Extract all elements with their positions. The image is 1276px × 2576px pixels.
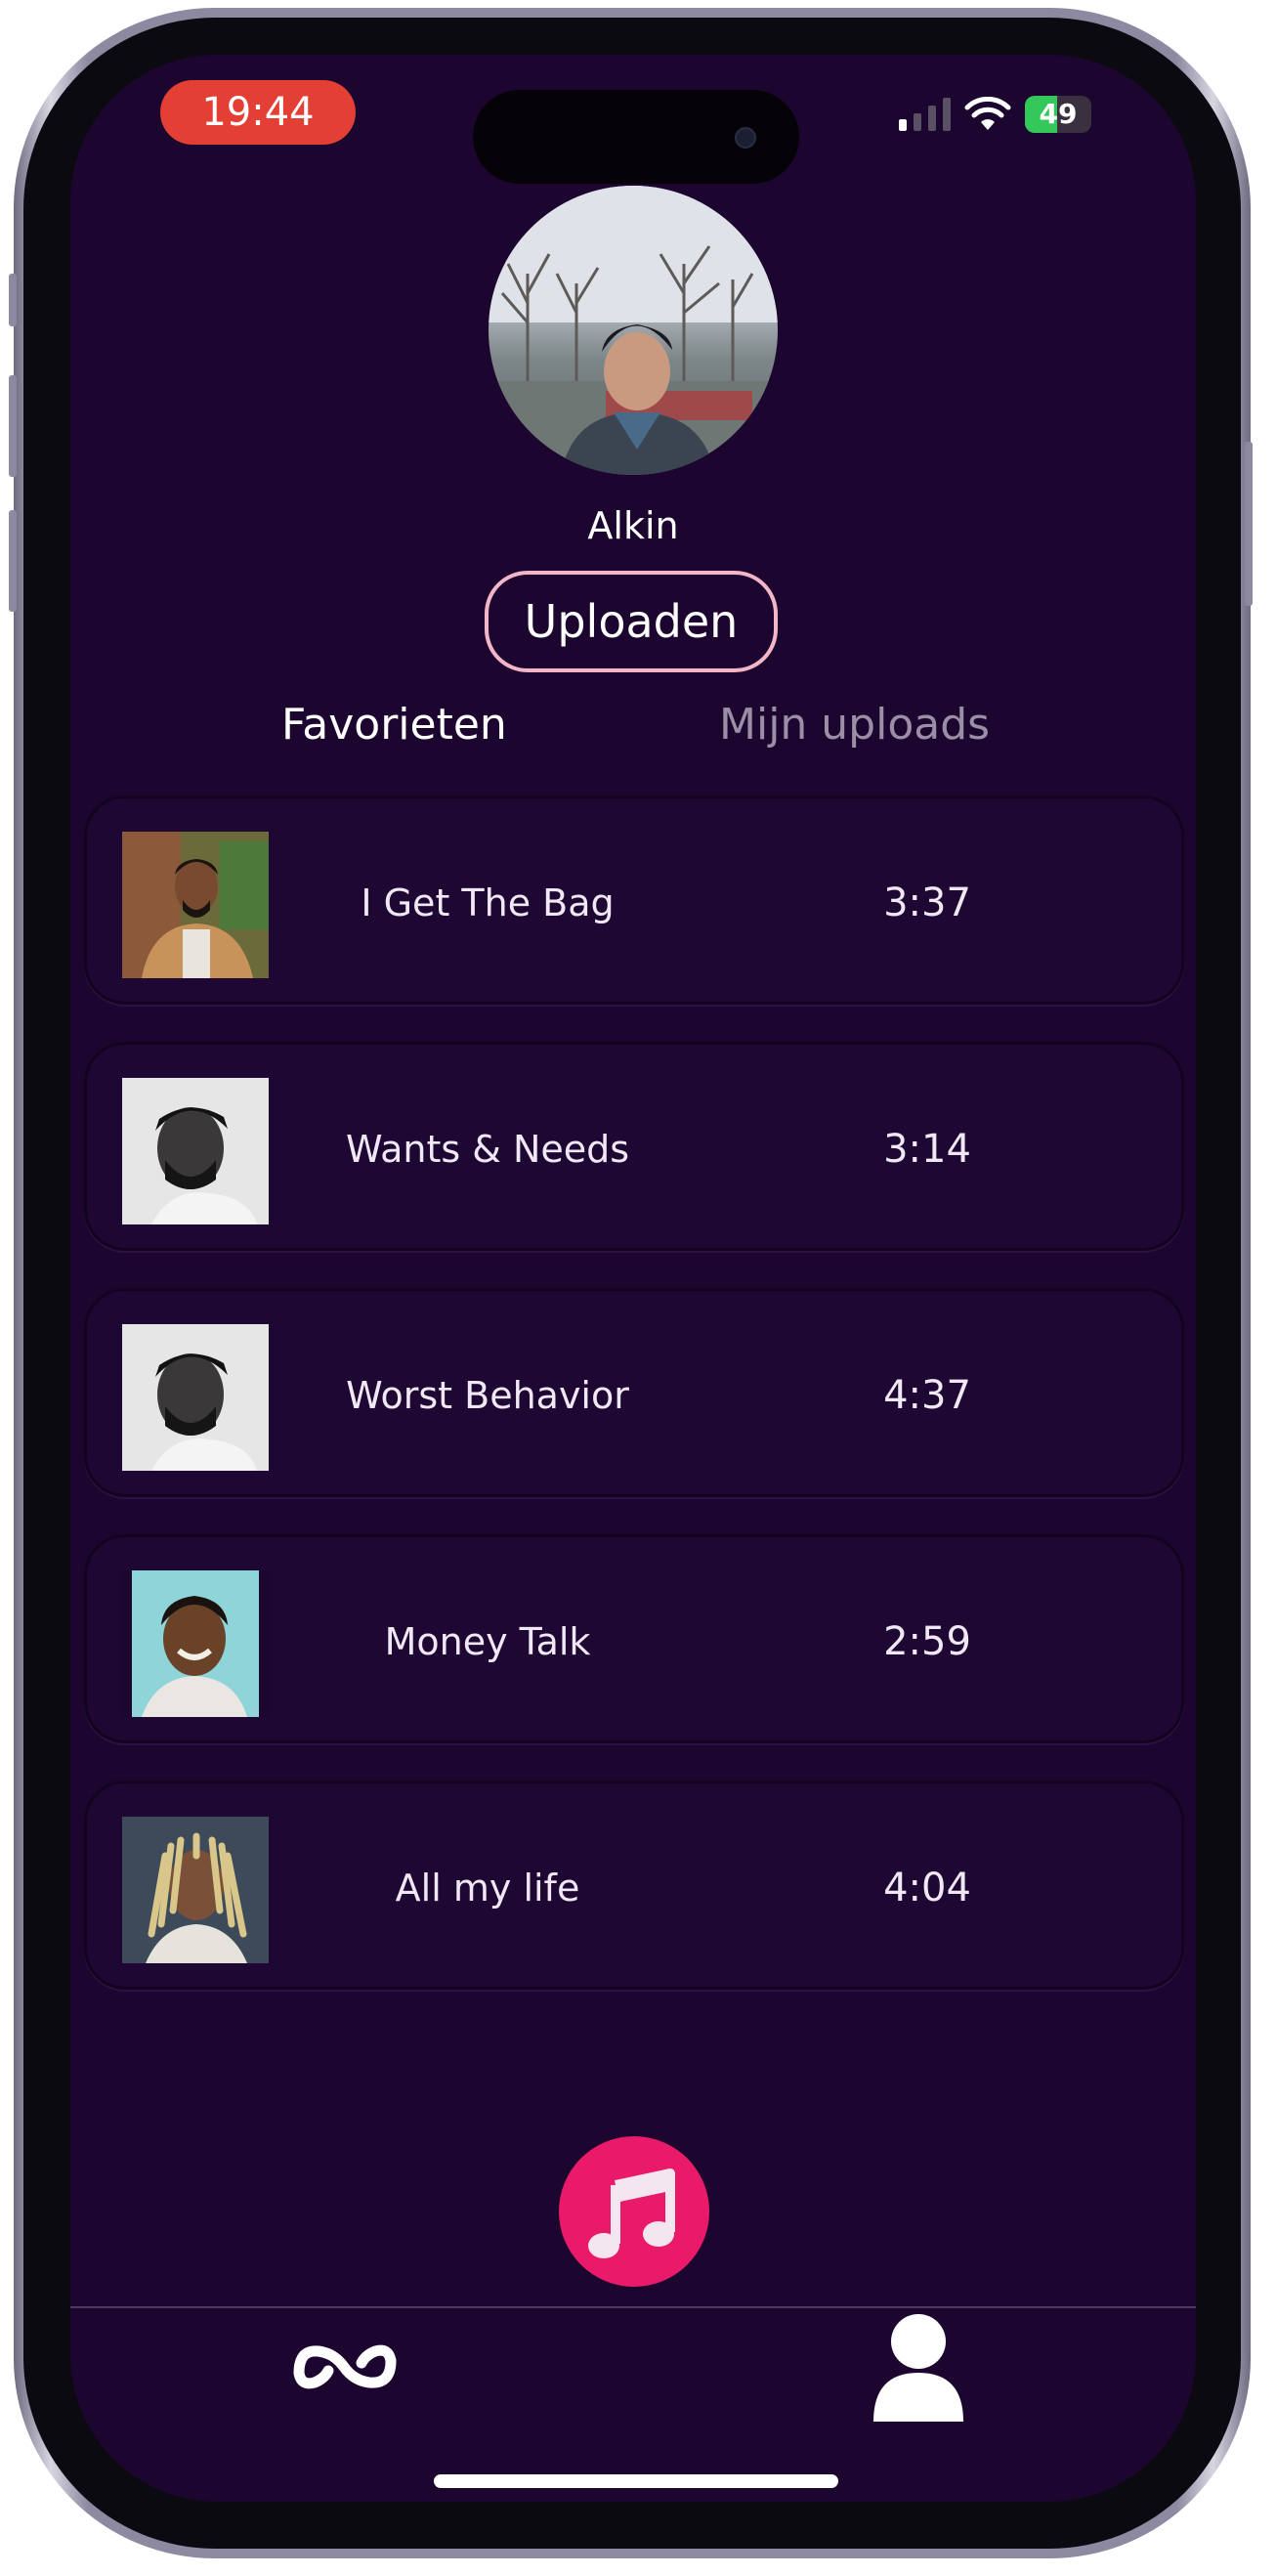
song-title: Worst Behavior (346, 1374, 629, 1417)
dynamic-island (473, 90, 799, 184)
album-cover (122, 1078, 269, 1224)
music-player-button[interactable] (559, 2136, 709, 2287)
user-profile-icon (873, 2314, 963, 2422)
song-item[interactable]: Worst Behavior 4:37 (84, 1288, 1184, 1497)
song-duration: 3:14 (883, 1127, 971, 1172)
battery-level: 49 (1039, 98, 1078, 130)
music-note-icon (588, 2168, 675, 2258)
nav-profile-button[interactable] (870, 2308, 967, 2429)
wifi-icon (964, 97, 1011, 130)
album-cover (122, 1324, 269, 1471)
side-button-mute (9, 274, 17, 326)
song-duration: 2:59 (883, 1619, 971, 1664)
album-cover (122, 1817, 269, 1963)
song-duration: 3:37 (883, 880, 971, 925)
nav-feed-button[interactable] (291, 2338, 399, 2400)
tab-mijn-uploads[interactable]: Mijn uploads (719, 700, 990, 750)
song-duration: 4:04 (883, 1866, 971, 1911)
song-title: I Get The Bag (361, 881, 615, 924)
profile-name: Alkin (587, 504, 679, 547)
song-duration: 4:37 (883, 1373, 971, 1418)
status-indicators: 49 (899, 96, 1091, 133)
battery-icon: 49 (1025, 96, 1091, 133)
song-title: All my life (395, 1867, 580, 1910)
side-button-volume-up (9, 375, 17, 477)
tab-favorieten[interactable]: Favorieten (281, 700, 507, 750)
upload-button[interactable]: Uploaden (485, 571, 778, 672)
status-time: 19:44 (160, 80, 356, 145)
nav-divider (70, 2306, 1196, 2308)
song-title: Wants & Needs (345, 1128, 630, 1171)
side-button-volume-down (9, 510, 17, 612)
infinity-loop-icon (293, 2344, 397, 2389)
album-cover (122, 832, 269, 978)
song-item[interactable]: Wants & Needs 3:14 (84, 1042, 1184, 1251)
avatar[interactable] (489, 186, 778, 475)
front-camera-icon (735, 127, 756, 149)
song-item[interactable]: I Get The Bag 3:37 (84, 795, 1184, 1005)
side-button-power (1245, 442, 1253, 606)
app-screen: 19:44 49 Alkin Uploaden Favorieten Mijn … (70, 55, 1196, 2502)
album-cover (122, 1570, 269, 1717)
cellular-signal-icon (899, 98, 951, 131)
song-item[interactable]: All my life 4:04 (84, 1781, 1184, 1990)
home-indicator[interactable] (434, 2474, 838, 2488)
song-title: Money Talk (384, 1620, 591, 1663)
song-item[interactable]: Money Talk 2:59 (84, 1534, 1184, 1743)
